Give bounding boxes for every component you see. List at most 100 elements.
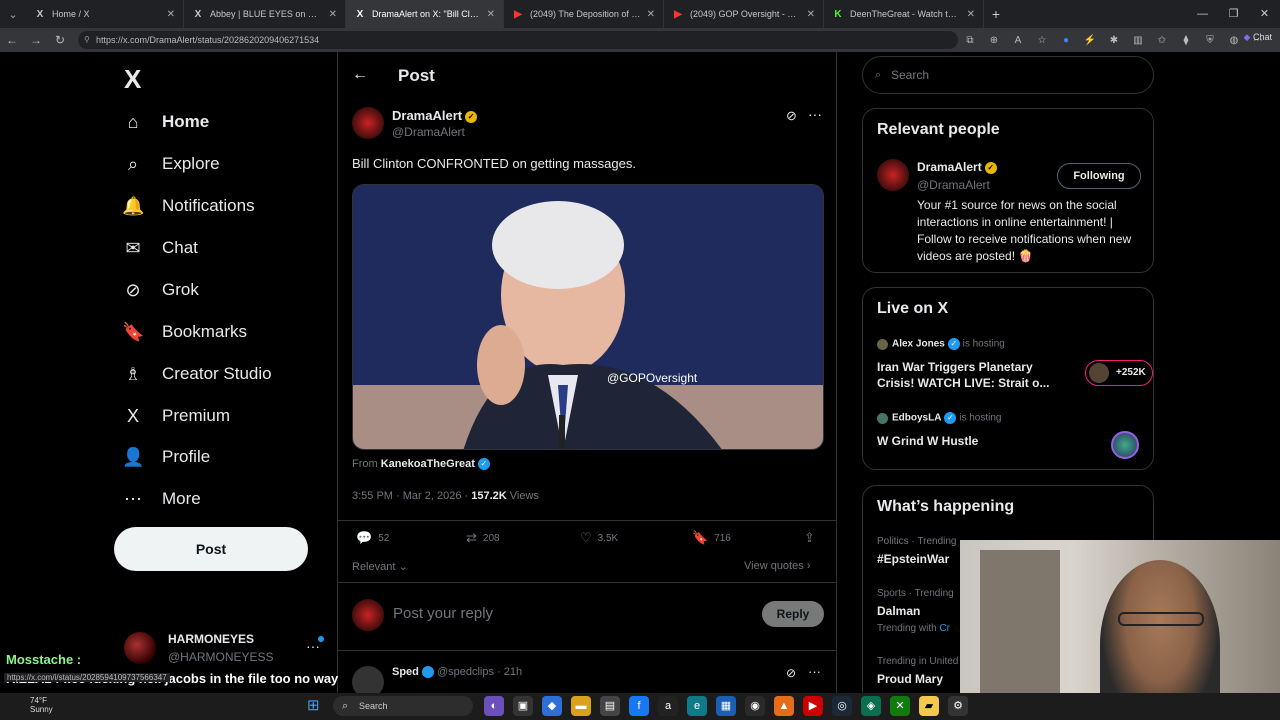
- reply-button[interactable]: Reply: [762, 601, 824, 627]
- edge-icon[interactable]: e: [687, 696, 707, 716]
- reply-input[interactable]: Post your reply: [393, 605, 493, 622]
- app-icon[interactable]: ▲: [774, 696, 794, 716]
- youtube-icon[interactable]: ▶: [803, 696, 823, 716]
- forward-arrow-icon[interactable]: →: [24, 33, 48, 47]
- extension-icon[interactable]: ●: [1056, 35, 1076, 46]
- app-icon[interactable]: ◐: [484, 696, 504, 716]
- minimize-button[interactable]: —: [1187, 0, 1218, 28]
- nav-item-creator-studio[interactable]: ♗ Creator Studio: [122, 354, 272, 394]
- install-app-icon[interactable]: ⧉: [960, 35, 980, 46]
- author-handle[interactable]: @DramaAlert: [392, 125, 465, 139]
- timestamp-text[interactable]: 3:55 PM · Mar 2, 2026 ·: [352, 490, 471, 502]
- calculator-icon[interactable]: ▦: [716, 696, 736, 716]
- grok-icon[interactable]: ⊘: [786, 666, 796, 680]
- following-button[interactable]: Following: [1057, 163, 1141, 189]
- browser-tab[interactable]: ▶ (2049) The Deposition of Presiden ✕: [504, 0, 664, 28]
- site-info-icon[interactable]: ⚲: [84, 31, 90, 49]
- folder-icon[interactable]: ▬: [571, 696, 591, 716]
- live-host[interactable]: EdboysLA ✓ is hosting: [877, 412, 1001, 424]
- close-icon[interactable]: ✕: [329, 9, 337, 20]
- reload-icon[interactable]: ↻: [48, 33, 72, 47]
- nav-item-chat[interactable]: ✉ Chat: [122, 228, 197, 268]
- browser-tab-active[interactable]: X DramaAlert on X: "Bill Clinton ✕: [346, 0, 504, 28]
- trend-with-link[interactable]: Cr: [939, 623, 950, 634]
- taskbar-search[interactable]: Search: [333, 696, 473, 716]
- search-input[interactable]: ⌕ Search: [862, 56, 1154, 94]
- avatar[interactable]: [877, 159, 909, 191]
- extensions-puzzle-icon[interactable]: ✱: [1104, 35, 1124, 46]
- nav-item-profile[interactable]: 👤 Profile: [122, 437, 210, 477]
- share-icon[interactable]: ⇪: [804, 530, 815, 546]
- settings-gear-icon[interactable]: ⚙: [948, 696, 968, 716]
- nav-item-notifications[interactable]: 🔔 Notifications: [122, 186, 255, 226]
- more-dots-icon[interactable]: ···: [808, 664, 821, 679]
- amazon-icon[interactable]: a: [658, 696, 678, 716]
- post-video[interactable]: @GOPOversight: [352, 184, 824, 450]
- new-tab-button[interactable]: +: [984, 6, 1008, 22]
- grok-icon[interactable]: ⊘: [786, 108, 797, 124]
- live-host[interactable]: Alex Jones ✓ is hosting: [877, 338, 1005, 350]
- nav-item-more[interactable]: ⋯ More: [122, 479, 201, 519]
- live-title[interactable]: W Grind W Hustle: [877, 433, 1067, 449]
- windows-start-icon[interactable]: ⊞: [307, 696, 320, 714]
- reply-author[interactable]: Sped ✓ @spedclips · 21h: [392, 666, 522, 679]
- profile-avatar-icon[interactable]: ◍: [1224, 35, 1244, 46]
- from-account-link[interactable]: KanekoaTheGreat: [381, 458, 475, 470]
- listener-count-badge[interactable]: +252K: [1085, 360, 1153, 386]
- zoom-icon[interactable]: ⊕: [984, 35, 1004, 46]
- favorites-icon[interactable]: ✩: [1152, 35, 1172, 46]
- nav-item-bookmarks[interactable]: 🔖 Bookmarks: [122, 312, 247, 352]
- browser-tab[interactable]: X Abbey | BLUE EYES on X: "The Pizz ✕: [184, 0, 346, 28]
- xbox-icon[interactable]: ✕: [890, 696, 910, 716]
- nav-item-grok[interactable]: ⊘ Grok: [122, 270, 198, 310]
- nav-item-home[interactable]: ⌂ Home: [122, 102, 210, 142]
- maximize-button[interactable]: ❐: [1218, 0, 1249, 28]
- trend-name[interactable]: Proud Mary: [877, 672, 943, 686]
- task-view-icon[interactable]: ▣: [513, 696, 533, 716]
- close-icon[interactable]: ✕: [807, 9, 815, 20]
- favorite-star-icon[interactable]: ☆: [1032, 35, 1052, 46]
- close-window-button[interactable]: ✕: [1249, 0, 1280, 28]
- url-input[interactable]: ⚲ https://x.com/DramaAlert/status/202862…: [78, 31, 958, 49]
- avatar[interactable]: [352, 107, 384, 139]
- collections-icon[interactable]: ⧫: [1176, 35, 1196, 46]
- app-icon[interactable]: ▰: [919, 696, 939, 716]
- store-icon[interactable]: ▤: [600, 696, 620, 716]
- view-quotes-link[interactable]: View quotes ›: [744, 560, 810, 572]
- chrome-icon[interactable]: ◉: [745, 696, 765, 716]
- trend-name[interactable]: Dalman: [877, 604, 920, 618]
- more-dots-icon[interactable]: ···: [808, 106, 822, 122]
- extension-icon[interactable]: ⚡: [1080, 35, 1100, 46]
- back-arrow-icon[interactable]: ←: [0, 33, 24, 47]
- avatar[interactable]: [1111, 431, 1139, 459]
- security-icon[interactable]: ⛨: [1200, 35, 1220, 46]
- browser-tab[interactable]: ▶ (2049) GOP Oversight - YouTube ✕: [664, 0, 824, 28]
- steam-icon[interactable]: ◎: [832, 696, 852, 716]
- close-icon[interactable]: ✕: [487, 9, 495, 20]
- back-arrow-icon[interactable]: ←: [352, 66, 368, 84]
- tab-search-icon[interactable]: ⌄: [0, 0, 26, 28]
- like-action[interactable]: ♡ 3.5K: [580, 530, 618, 546]
- split-screen-icon[interactable]: ▥: [1128, 35, 1148, 46]
- app-icon[interactable]: ◈: [861, 696, 881, 716]
- repost-action[interactable]: ⇄ 208: [466, 530, 500, 546]
- live-title[interactable]: Iran War Triggers Planetary Crisis! WATC…: [877, 359, 1067, 391]
- browser-tab[interactable]: X Home / X ✕: [26, 0, 184, 28]
- x-logo-icon[interactable]: X: [124, 64, 141, 95]
- trend-name[interactable]: #EpsteinWar: [877, 552, 949, 566]
- read-aloud-icon[interactable]: A: [1008, 35, 1028, 46]
- browser-tab[interactable]: K DeenTheGreat - Watch the VOD o ✕: [824, 0, 984, 28]
- reply-action[interactable]: 💬 52: [356, 530, 389, 546]
- facebook-icon[interactable]: f: [629, 696, 649, 716]
- reply-sort-dropdown[interactable]: Relevant ⌄: [352, 560, 408, 573]
- nav-item-explore[interactable]: ⌕ Explore: [122, 144, 220, 184]
- weather-widget[interactable]: 74°F Sunny: [30, 696, 53, 714]
- close-icon[interactable]: ✕: [967, 9, 975, 20]
- person-name[interactable]: DramaAlert ✓: [917, 160, 997, 174]
- close-icon[interactable]: ✕: [167, 9, 175, 20]
- copilot-chat-button[interactable]: ◆ Chat: [1244, 32, 1272, 43]
- app-icon[interactable]: ◆: [542, 696, 562, 716]
- author-name[interactable]: DramaAlert ✓: [392, 108, 478, 123]
- close-icon[interactable]: ✕: [647, 9, 655, 20]
- bookmark-action[interactable]: 🔖 716: [692, 530, 731, 546]
